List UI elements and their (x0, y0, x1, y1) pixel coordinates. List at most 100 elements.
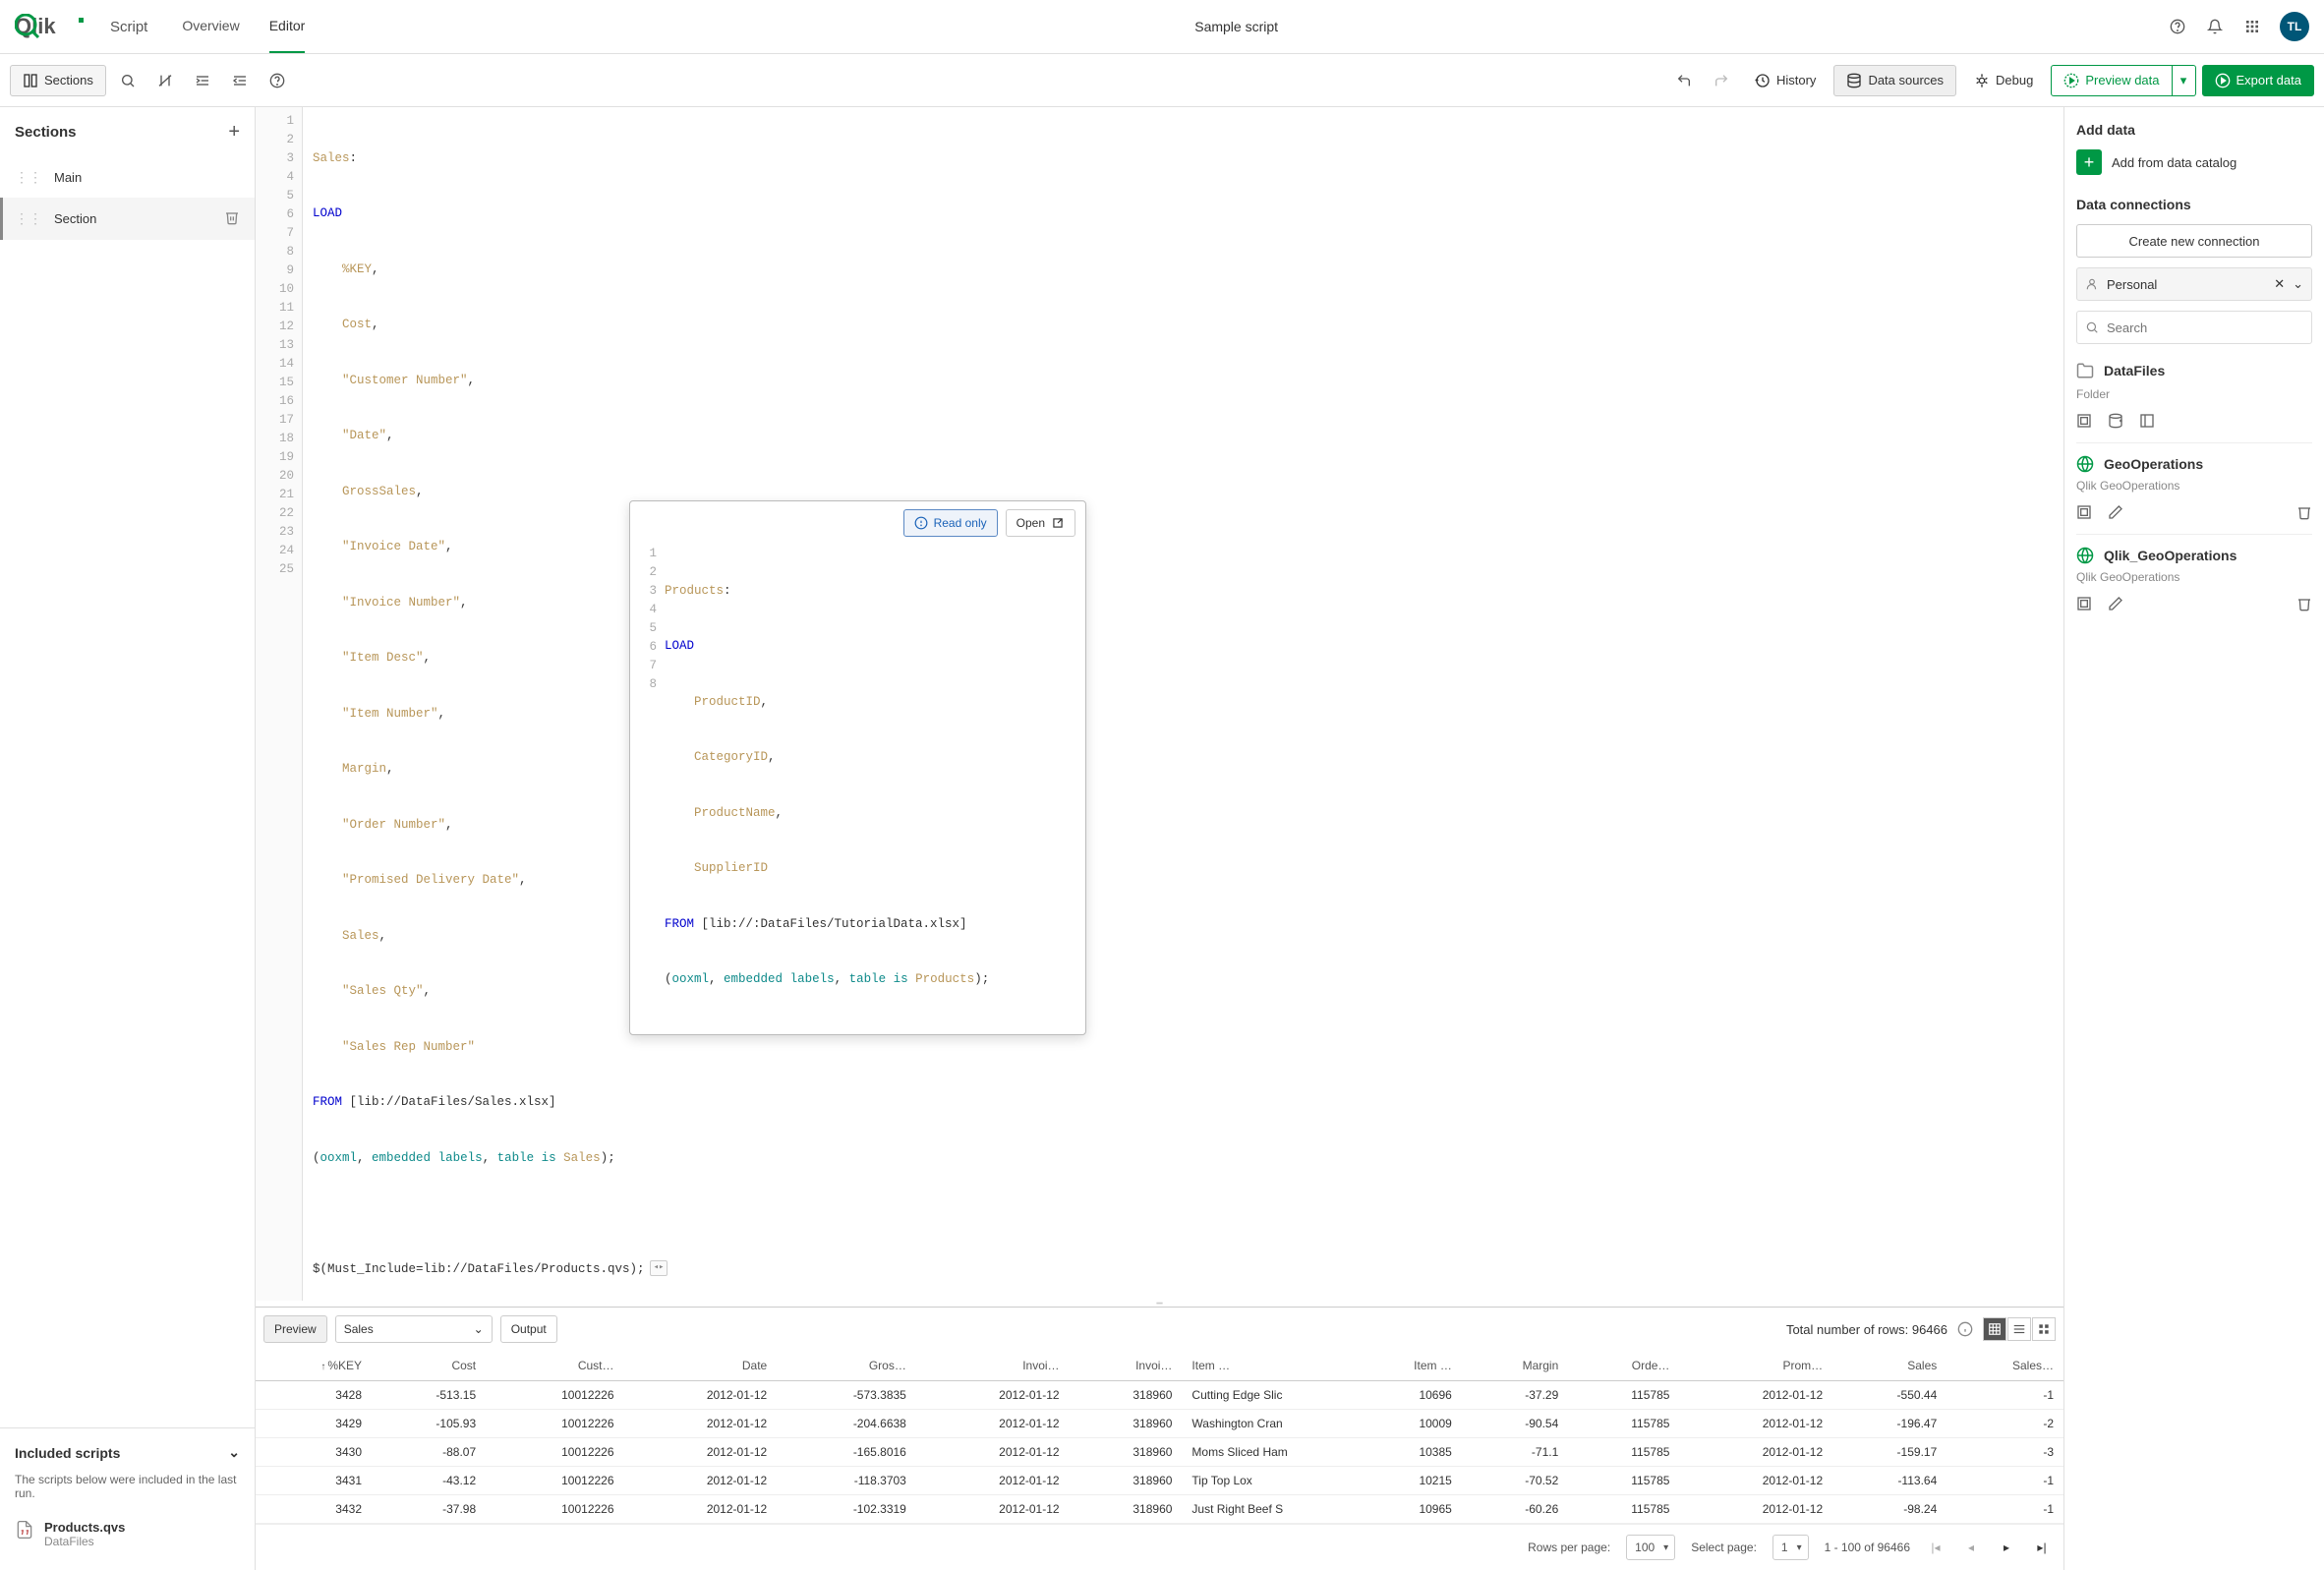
avatar[interactable]: TL (2280, 12, 2309, 41)
section-item-main[interactable]: ⋮⋮ Main (0, 157, 255, 198)
included-script-item[interactable]: Products.qvs DataFiles (15, 1514, 240, 1554)
browse-icon[interactable] (2139, 413, 2155, 429)
table-row[interactable]: 3432-37.98100122262012-01-12-102.3319201… (256, 1495, 2063, 1524)
select-data-icon[interactable] (2076, 504, 2092, 520)
geo-connection[interactable]: GeoOperations (2076, 449, 2312, 479)
qlik-geo-connection[interactable]: Qlik_GeoOperations (2076, 541, 2312, 570)
table-row[interactable]: 3429-105.93100122262012-01-12-204.663820… (256, 1410, 2063, 1438)
table-header[interactable]: Sales… (1946, 1351, 2063, 1381)
outdent-icon[interactable] (224, 65, 256, 96)
table-header[interactable]: Invoi… (916, 1351, 1070, 1381)
add-data-title: Add data (2076, 122, 2312, 138)
delete-section-icon[interactable] (224, 209, 240, 228)
table-header[interactable]: Date (624, 1351, 778, 1381)
datafiles-label: DataFiles (2104, 363, 2165, 378)
readonly-label: Read only (934, 516, 987, 530)
table-header[interactable]: Margin (1462, 1351, 1568, 1381)
help-small-icon[interactable] (261, 65, 293, 96)
datafiles-folder[interactable]: DataFiles (2076, 354, 2312, 387)
sidebar-title: Sections (15, 124, 77, 141)
select-page-select[interactable]: 1 (1772, 1535, 1809, 1560)
pager-next-icon[interactable]: ▸ (1997, 1538, 2016, 1557)
personal-filter[interactable]: Personal ✕ ⌄ (2076, 267, 2312, 301)
output-tab[interactable]: Output (500, 1315, 557, 1343)
create-connection-button[interactable]: Create new connection (2076, 224, 2312, 258)
undo-icon[interactable] (1668, 65, 1700, 96)
comment-toggle-icon[interactable] (149, 65, 181, 96)
table-select[interactable]: Sales ⌄ (335, 1315, 493, 1343)
grid-view-icon[interactable] (2032, 1317, 2056, 1341)
table-header[interactable]: Prom… (1679, 1351, 1832, 1381)
select-data-icon[interactable] (2076, 596, 2092, 611)
pager-last-icon[interactable]: ▸| (2032, 1538, 2052, 1557)
history-button[interactable]: History (1743, 65, 1828, 96)
readonly-button[interactable]: Read only (903, 509, 998, 537)
select-data-icon[interactable] (2076, 413, 2092, 429)
open-button[interactable]: Open (1006, 509, 1075, 537)
data-sources-button[interactable]: Data sources (1833, 65, 1956, 96)
redo-icon[interactable] (1706, 65, 1737, 96)
section-item-section[interactable]: ⋮⋮ Section (0, 198, 255, 240)
drag-handle-icon[interactable]: ⋮⋮ (15, 210, 42, 227)
included-scripts-header[interactable]: Included scripts ⌄ (15, 1444, 240, 1461)
info-icon[interactable] (1957, 1321, 1973, 1337)
table-header[interactable]: Gros… (777, 1351, 916, 1381)
delete-icon[interactable] (2296, 596, 2312, 611)
preview-chevron-icon[interactable]: ▾ (2173, 65, 2196, 96)
table-row[interactable]: 3431-43.12100122262012-01-12-118.3703201… (256, 1467, 2063, 1495)
add-section-icon[interactable]: + (228, 121, 240, 144)
table-header[interactable]: Cost (372, 1351, 486, 1381)
plus-icon: + (2076, 149, 2102, 175)
drag-handle-icon[interactable]: ⋮⋮ (15, 169, 42, 186)
sections-button[interactable]: Sections (10, 65, 106, 96)
tab-overview[interactable]: Overview (182, 0, 239, 53)
globe-icon (2076, 547, 2094, 564)
apps-grid-icon[interactable] (2242, 17, 2262, 36)
table-row[interactable]: 3428-513.15100122262012-01-12-573.383520… (256, 1381, 2063, 1410)
breadcrumb: Script (110, 19, 147, 35)
included-title: Included scripts (15, 1445, 120, 1461)
chevron-down-icon[interactable]: ⌄ (2293, 276, 2303, 292)
clear-icon[interactable]: ✕ (2274, 276, 2285, 292)
section-label: Section (54, 211, 96, 226)
table-header[interactable]: Sales (1832, 1351, 1946, 1381)
help-icon[interactable] (2168, 17, 2187, 36)
script-preview-popup: Read only Open 12345678 Products: LOAD P… (629, 500, 1086, 1035)
connection-search-input[interactable] (2107, 320, 2303, 335)
conn1-sublabel: Qlik GeoOperations (2076, 479, 2312, 498)
pager-first-icon[interactable]: |◂ (1926, 1538, 1946, 1557)
bell-icon[interactable] (2205, 17, 2225, 36)
table-header[interactable]: Invoi… (1070, 1351, 1183, 1381)
list-view-icon[interactable] (2007, 1317, 2031, 1341)
pager-prev-icon[interactable]: ◂ (1961, 1538, 1981, 1557)
table-header[interactable]: Cust… (486, 1351, 623, 1381)
script-name: Products.qvs (44, 1520, 125, 1535)
preview-tab[interactable]: Preview (263, 1315, 327, 1343)
expand-chip-icon[interactable]: ◂▸ (650, 1260, 668, 1276)
table-view-icon[interactable] (1983, 1317, 2006, 1341)
table-select-value: Sales (344, 1322, 374, 1336)
indent-icon[interactable] (187, 65, 218, 96)
delete-icon[interactable] (2296, 504, 2312, 520)
insert-icon[interactable] (2108, 413, 2123, 429)
add-from-catalog-button[interactable]: + Add from data catalog (2076, 149, 2312, 175)
rows-per-page-select[interactable]: 100 (1626, 1535, 1675, 1560)
edit-icon[interactable] (2108, 596, 2123, 611)
search-icon[interactable] (112, 65, 144, 96)
script-file-icon (15, 1520, 34, 1548)
table-header[interactable]: Item … (1352, 1351, 1462, 1381)
code-editor[interactable]: 1234567891011121314151617181920212223242… (256, 107, 2063, 1301)
table-header[interactable]: ↑%KEY (256, 1351, 372, 1381)
debug-button[interactable]: Debug (1962, 65, 2045, 96)
included-desc: The scripts below were included in the l… (15, 1473, 240, 1500)
conn2-sublabel: Qlik GeoOperations (2076, 570, 2312, 590)
data-connections-title: Data connections (2076, 197, 2312, 212)
preview-table: ↑%KEYCostCust…DateGros…Invoi…Invoi…Item … (256, 1351, 2063, 1524)
table-header[interactable]: Orde… (1568, 1351, 1679, 1381)
tab-editor[interactable]: Editor (269, 0, 306, 53)
table-header[interactable]: Item … (1182, 1351, 1351, 1381)
export-data-button[interactable]: Export data (2202, 65, 2315, 96)
preview-data-button[interactable]: Preview data (2051, 65, 2172, 96)
edit-icon[interactable] (2108, 504, 2123, 520)
table-row[interactable]: 3430-88.07100122262012-01-12-165.8016201… (256, 1438, 2063, 1467)
